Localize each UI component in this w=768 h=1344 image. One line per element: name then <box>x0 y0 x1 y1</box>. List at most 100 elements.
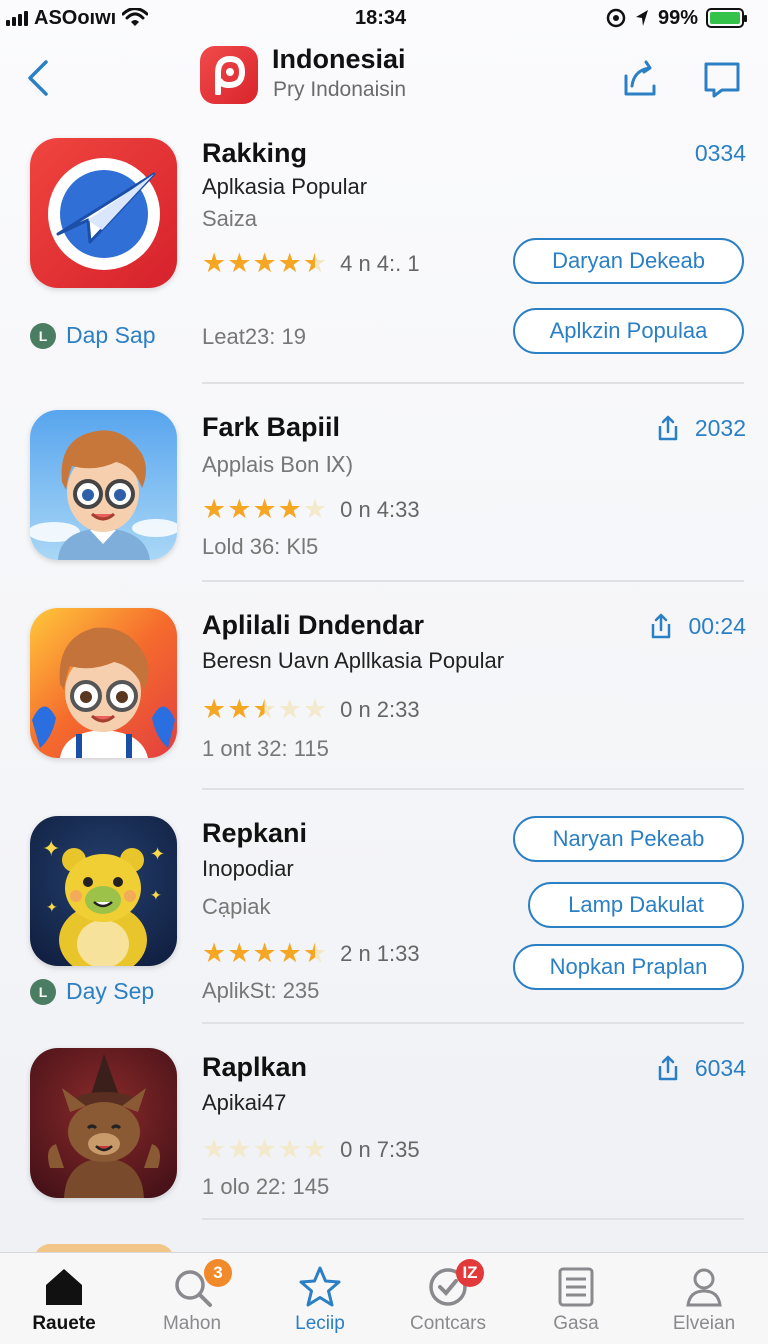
app-count[interactable]: 00:24 <box>648 612 746 640</box>
rating-text: 4 n 4:. 1 <box>340 250 420 276</box>
app-name[interactable]: Rakking <box>202 138 307 169</box>
divider <box>202 580 744 582</box>
app-count[interactable]: 6034 <box>655 1054 746 1082</box>
divider <box>202 788 744 790</box>
next-item-peek <box>0 1222 768 1254</box>
tab-rauete[interactable]: Rauete <box>0 1253 128 1344</box>
upload-icon <box>658 1055 678 1081</box>
app-meta: Lold 36: Kl5 <box>202 534 319 559</box>
rating-stars: ★ ★ ★ ★ ★ 4 n 4:. 1 <box>202 250 420 277</box>
naryan-pekeab-button[interactable]: Naryan Pekeab <box>513 816 744 862</box>
badge: 3 <box>204 1259 232 1287</box>
star-empty-icon: ★ <box>277 694 302 724</box>
page-subtitle: Pry Indonaisin <box>273 78 407 101</box>
app-category: Cạpiak <box>202 894 271 919</box>
star-icon: ★ <box>202 494 227 524</box>
star-icon: ★ <box>252 494 277 524</box>
tag-day-sep[interactable]: L Day Sep <box>30 978 154 1005</box>
lamp-dakulat-button[interactable]: Lamp Dakulat <box>528 882 744 928</box>
share-button[interactable] <box>620 56 660 100</box>
app-logo <box>200 46 258 104</box>
app-icon-aplilali <box>30 608 177 758</box>
tag-l-icon: L <box>30 322 56 349</box>
tab-contcars[interactable]: IZ Contcars <box>384 1253 512 1344</box>
tab-label: Rauete <box>32 1313 96 1334</box>
app-name[interactable]: Repkani <box>202 818 307 849</box>
tab-leciip[interactable]: Leciip <box>256 1253 384 1344</box>
tab-label: Leciip <box>295 1313 345 1334</box>
app-meta: 1 olo 22: 145 <box>202 1174 330 1199</box>
app-meta: 1 ont 32: 115 <box>202 736 329 761</box>
app-subtitle: Applais Bon Ⅸ) <box>202 452 354 477</box>
rating-text: 0 n 7:35 <box>340 1136 420 1162</box>
nopkan-praplan-button[interactable]: Nopkan Praplan <box>513 944 744 990</box>
svg-text:✦: ✦ <box>42 837 60 862</box>
app-name[interactable]: Aplilali Dndendar <box>202 610 424 641</box>
svg-text:✦: ✦ <box>150 844 165 865</box>
tag-dap-sap[interactable]: L Dap Sap <box>30 322 156 349</box>
app-category: Saiza <box>202 206 258 231</box>
daryan-dekeab-button[interactable]: Daryan Dekeab <box>513 238 744 284</box>
divider <box>202 1022 744 1024</box>
person-icon <box>686 1268 722 1307</box>
star-empty-icon: ★ <box>252 1134 277 1164</box>
battery-icon <box>706 8 747 28</box>
app-count[interactable]: 2032 <box>655 414 746 442</box>
svg-text:✦: ✦ <box>46 900 58 916</box>
star-half-icon: ★ <box>252 694 277 724</box>
wifi-icon <box>122 8 149 26</box>
rating-stars: ★ ★ ★ ★ ★ 0 n 4:33 <box>202 496 420 523</box>
tag-label: Day Sep <box>66 978 155 1004</box>
star-icon: ★ <box>227 938 252 968</box>
star-icon: ★ <box>202 694 227 724</box>
app-subtitle: Apikai47 <box>202 1090 287 1115</box>
home-icon <box>46 1269 82 1305</box>
app-icon-raplkan <box>30 1048 177 1198</box>
rating-text: 0 n 2:33 <box>340 696 420 722</box>
aplkzin-populaa-button[interactable]: Aplkzin Populaa <box>513 308 744 354</box>
star-empty-icon: ★ <box>202 1134 227 1164</box>
star-empty-icon: ★ <box>302 694 328 724</box>
status-bar: ASOoıwı 18:34 99% <box>0 0 768 36</box>
tab-bar: Rauete 3 Mahon Leciip IZ Contcars Gasa E… <box>0 1252 768 1344</box>
back-button[interactable] <box>22 56 58 100</box>
star-half-icon: ★ <box>302 248 328 278</box>
star-icon: ★ <box>252 938 277 968</box>
app-icon-rakking <box>30 138 177 288</box>
battery-percent: 99% <box>657 6 698 29</box>
star-icon: ★ <box>202 248 227 278</box>
status-time: 18:34 <box>355 6 407 29</box>
carrier-name: ASOoıwı <box>34 6 117 29</box>
app-subtitle: Inopodiar <box>202 856 294 881</box>
app-name[interactable]: Raplkan <box>202 1052 307 1083</box>
star-icon: ★ <box>202 938 227 968</box>
app-meta: AplikSt: 235 <box>202 978 320 1003</box>
star-icon: ★ <box>227 248 252 278</box>
star-icon: ★ <box>277 938 302 968</box>
app-icon-fark-bapiil <box>30 410 177 560</box>
tab-gasa[interactable]: Gasa <box>512 1253 640 1344</box>
app-icon-repkani: ✦ ✦ ✦ ✦ <box>30 816 177 966</box>
badge: IZ <box>456 1259 484 1287</box>
bookmark-button[interactable] <box>702 60 742 100</box>
tag-label: Dap Sap <box>66 322 156 348</box>
divider <box>202 382 744 384</box>
rating-stars: ★ ★ ★ ★ ★ 2 n 1:33 <box>202 940 420 967</box>
star-icon: ★ <box>227 694 252 724</box>
app-count: 0334 <box>694 140 746 166</box>
rating-text: 0 n 4:33 <box>340 496 420 522</box>
tab-elveian[interactable]: Elveian <box>640 1253 768 1344</box>
rating-text: 2 n 1:33 <box>340 940 420 966</box>
app-meta: Leat23: 19 <box>202 324 306 349</box>
rating-stars: ★ ★ ★ ★ ★ 0 n 7:35 <box>202 1136 420 1163</box>
app-name[interactable]: Fark Bapiil <box>202 412 340 443</box>
location-icon <box>635 10 648 26</box>
star-empty-icon: ★ <box>227 1134 252 1164</box>
list-icon <box>558 1267 594 1307</box>
tab-mahon[interactable]: 3 Mahon <box>128 1253 256 1344</box>
star-empty-icon: ★ <box>277 1134 302 1164</box>
star-empty-icon: ★ <box>302 1134 328 1164</box>
tab-label: Gasa <box>553 1313 599 1334</box>
star-icon: ★ <box>277 248 302 278</box>
divider <box>202 1218 744 1220</box>
